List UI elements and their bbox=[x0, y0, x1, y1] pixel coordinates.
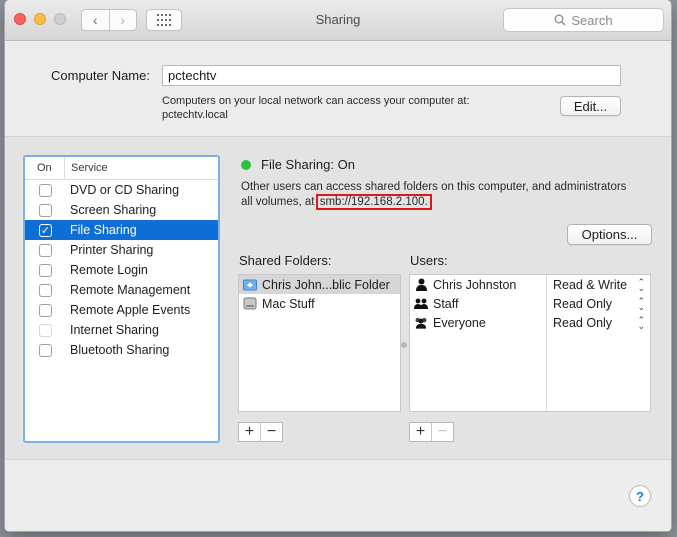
service-row[interactable]: Internet Sharing bbox=[25, 320, 218, 340]
shared-folders-label: Shared Folders: bbox=[239, 253, 332, 268]
service-checkbox[interactable] bbox=[39, 323, 52, 337]
user-name: Staff bbox=[433, 296, 459, 311]
edit-button[interactable]: Edit... bbox=[560, 96, 621, 116]
footer-area bbox=[5, 459, 671, 531]
service-label: Remote Apple Events bbox=[70, 303, 191, 317]
permission-label: Read & Write bbox=[553, 277, 628, 292]
options-button[interactable]: Options... bbox=[567, 224, 652, 245]
permission-popup[interactable]: Read Only ⌃ ⌄ bbox=[553, 314, 649, 331]
shared-folder-row[interactable]: Mac Stuff bbox=[239, 294, 400, 313]
help-button[interactable]: ? bbox=[629, 485, 651, 507]
search-placeholder: Search bbox=[571, 12, 613, 28]
service-checkbox[interactable] bbox=[39, 283, 52, 297]
service-checkbox[interactable]: ✓ bbox=[39, 223, 52, 237]
smb-address: smb://192.168.2.100. bbox=[315, 194, 432, 210]
service-row[interactable]: Remote Login bbox=[25, 260, 218, 280]
service-label: Remote Login bbox=[70, 263, 148, 277]
file-sharing-status: File Sharing: On bbox=[261, 157, 355, 172]
permission-popup[interactable]: Read Only ⌃ ⌄ bbox=[553, 295, 649, 312]
users-add-remove: + − bbox=[409, 422, 454, 442]
user-row[interactable]: Everyone Read Only ⌃ ⌄ bbox=[410, 313, 650, 332]
sharing-main-area: On Service DVD or CD Sharing Screen Shari… bbox=[5, 137, 671, 531]
local-network-text: Computers on your local network can acce… bbox=[162, 95, 470, 107]
service-column-header: Service bbox=[71, 162, 108, 174]
updown-chevron-icon: ⌃ ⌄ bbox=[637, 276, 645, 293]
permission-label: Read Only bbox=[553, 315, 613, 330]
users-label: Users: bbox=[410, 253, 448, 268]
computer-name-label: Computer Name: bbox=[51, 68, 150, 83]
users-list: Chris Johnston Read & Write ⌃ ⌄ Staff Read On… bbox=[409, 274, 651, 412]
service-checkbox[interactable] bbox=[39, 203, 52, 217]
service-label: Screen Sharing bbox=[70, 203, 157, 217]
group-icon bbox=[414, 297, 428, 311]
shared-folder-name: Chris John...blic Folder bbox=[262, 277, 390, 292]
user-row[interactable]: Staff Read Only ⌃ ⌄ bbox=[410, 294, 650, 313]
service-checkbox[interactable] bbox=[39, 183, 52, 197]
description-line-1: Other users can access shared folders on… bbox=[241, 181, 627, 193]
service-row[interactable]: Printer Sharing bbox=[25, 240, 218, 260]
shared-folders-list: Chris John...blic Folder Mac Stuff bbox=[238, 274, 401, 412]
service-row[interactable]: Remote Apple Events bbox=[25, 300, 218, 320]
service-label: Bluetooth Sharing bbox=[70, 343, 170, 357]
permission-popup[interactable]: Read & Write ⌃ ⌄ bbox=[553, 276, 649, 293]
shared-folder-row[interactable]: Chris John...blic Folder bbox=[239, 275, 400, 294]
service-row[interactable]: Remote Management bbox=[25, 280, 218, 300]
service-checkbox[interactable] bbox=[39, 243, 52, 257]
service-row[interactable]: ✓ File Sharing bbox=[25, 220, 218, 240]
service-label: File Sharing bbox=[70, 223, 137, 237]
service-row[interactable]: Bluetooth Sharing bbox=[25, 340, 218, 360]
service-label: Remote Management bbox=[70, 283, 191, 297]
user-row[interactable]: Chris Johnston Read & Write ⌃ ⌄ bbox=[410, 275, 650, 294]
service-label: Internet Sharing bbox=[70, 323, 159, 337]
user-icon bbox=[414, 278, 428, 292]
service-checkbox[interactable] bbox=[39, 303, 52, 317]
permission-label: Read Only bbox=[553, 296, 613, 311]
folders-add-remove: + − bbox=[238, 422, 283, 442]
computer-name-section: Computer Name: pctechtv Computers on you… bbox=[5, 41, 671, 137]
split-view-handle[interactable] bbox=[401, 342, 407, 348]
add-folder-button[interactable]: + bbox=[239, 423, 260, 441]
file-sharing-description: Other users can access shared folders on… bbox=[241, 180, 651, 210]
computer-name-input[interactable]: pctechtv bbox=[162, 65, 621, 86]
service-checkbox[interactable] bbox=[39, 263, 52, 277]
shared-folder-icon bbox=[243, 278, 257, 292]
service-row[interactable]: DVD or CD Sharing bbox=[25, 180, 218, 200]
search-field[interactable]: Search bbox=[503, 8, 664, 32]
updown-chevron-icon: ⌃ ⌄ bbox=[637, 295, 645, 312]
title-bar: ‹ › Sharing Search bbox=[5, 0, 671, 41]
user-name: Everyone bbox=[433, 315, 486, 330]
description-line-2: all volumes, at bbox=[241, 196, 315, 208]
local-hostname: pctechtv.local bbox=[162, 109, 228, 121]
service-checkbox[interactable] bbox=[39, 343, 52, 357]
computer-name-description: Computers on your local network can acce… bbox=[162, 94, 470, 122]
search-icon bbox=[554, 14, 566, 26]
status-indicator bbox=[241, 160, 251, 170]
add-user-button[interactable]: + bbox=[410, 423, 431, 441]
service-label: Printer Sharing bbox=[70, 243, 154, 257]
remove-folder-button[interactable]: − bbox=[260, 423, 282, 441]
services-header: On Service bbox=[25, 157, 218, 180]
updown-chevron-icon: ⌃ ⌄ bbox=[637, 314, 645, 331]
shared-folder-name: Mac Stuff bbox=[262, 296, 315, 311]
sharing-window: ‹ › Sharing Search Computer Name: pctech… bbox=[5, 0, 671, 531]
service-label: DVD or CD Sharing bbox=[70, 183, 180, 197]
user-name: Chris Johnston bbox=[433, 277, 517, 292]
disk-icon bbox=[243, 297, 257, 311]
remove-user-button[interactable]: − bbox=[431, 423, 453, 441]
services-list: On Service DVD or CD Sharing Screen Shari… bbox=[23, 155, 220, 443]
everyone-icon bbox=[414, 316, 428, 330]
on-column-header: On bbox=[25, 157, 65, 179]
service-row[interactable]: Screen Sharing bbox=[25, 200, 218, 220]
